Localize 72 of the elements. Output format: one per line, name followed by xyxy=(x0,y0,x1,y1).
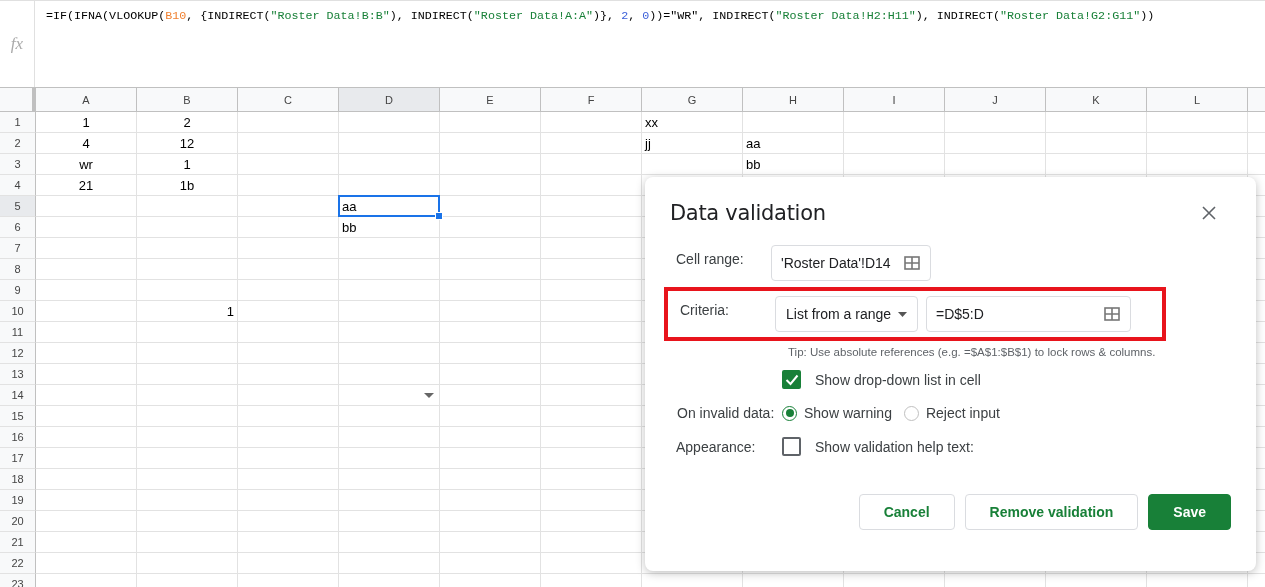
table-cell[interactable]: bb xyxy=(339,217,439,237)
row-header[interactable]: 6 xyxy=(0,217,36,238)
row-header[interactable]: 4 xyxy=(0,175,36,196)
table-cell[interactable]: jj xyxy=(642,133,742,153)
grid-icon[interactable] xyxy=(904,256,920,270)
row-header[interactable]: 18 xyxy=(0,469,36,490)
row-header[interactable]: 22 xyxy=(0,553,36,574)
row-header[interactable]: 8 xyxy=(0,259,36,280)
dialog-title: Data validation xyxy=(670,201,826,225)
table-cell[interactable]: 2 xyxy=(137,112,237,132)
radio-label: Reject input xyxy=(925,405,1000,421)
radio-label: Show warning xyxy=(804,405,892,421)
column-header[interactable]: L xyxy=(1147,88,1248,111)
checkbox-label: Show validation help text: xyxy=(815,438,974,455)
table-cell[interactable]: 21 xyxy=(36,175,136,195)
dialog-button[interactable]: Remove validation xyxy=(964,494,1139,530)
row-header[interactable]: 15 xyxy=(0,406,36,427)
row-header[interactable]: 13 xyxy=(0,364,36,385)
function-label: fx xyxy=(0,1,35,87)
row-header[interactable]: 7 xyxy=(0,238,36,259)
table-cell[interactable]: 1 xyxy=(137,301,237,321)
cell-range-field[interactable]: 'Roster Data'!D14 xyxy=(771,245,931,281)
table-cell[interactable]: 4 xyxy=(36,133,136,153)
close-icon[interactable] xyxy=(1202,206,1216,220)
column-header[interactable]: K xyxy=(1046,88,1147,111)
column-header[interactable]: A xyxy=(36,88,137,111)
dropdown-arrow-icon[interactable] xyxy=(424,393,434,398)
column-header[interactable]: J xyxy=(945,88,1046,111)
table-cell[interactable]: 12 xyxy=(137,133,237,153)
criteria-dropdown[interactable]: List from a range xyxy=(775,296,918,332)
checkbox[interactable] xyxy=(782,370,801,389)
table-cell[interactable]: aa xyxy=(743,133,843,153)
row-header[interactable]: 10 xyxy=(0,301,36,322)
column-header[interactable]: B xyxy=(137,88,238,111)
row-header[interactable]: 16 xyxy=(0,427,36,448)
row-header[interactable]: 1 xyxy=(0,112,36,133)
row-header[interactable]: 3 xyxy=(0,154,36,175)
checkbox-label: Show drop-down list in cell xyxy=(815,371,981,388)
row-header[interactable]: 11 xyxy=(0,322,36,343)
column-header[interactable]: F xyxy=(541,88,642,111)
row-header[interactable]: 12 xyxy=(0,343,36,364)
formula-text[interactable]: =IF(IFNA(VLOOKUP(B10, {INDIRECT("Roster Data!B:B"), INDIRECT("Roster Data!A:A")}, 2, 0))="WR", INDIRECT("Roster Data!H2:H11"), INDIRECT("Roster Data!G2:G11")) xyxy=(35,1,1155,23)
range-input-field[interactable]: =D$5:D xyxy=(926,296,1131,332)
row-header[interactable]: 19 xyxy=(0,490,36,511)
column-header[interactable]: I xyxy=(844,88,945,111)
row-header[interactable]: 21 xyxy=(0,532,36,553)
table-cell[interactable]: xx xyxy=(642,112,742,132)
tip-text: Tip: Use absolute references (e.g. =$A$1:$B$1) to lock rows & columns. xyxy=(788,346,1157,358)
table-cell[interactable]: 1b xyxy=(137,175,237,195)
table-cell[interactable]: wr xyxy=(36,154,136,174)
grid-icon[interactable] xyxy=(1104,307,1120,321)
row-header[interactable]: 9 xyxy=(0,280,36,301)
table-cell[interactable]: 1 xyxy=(137,154,237,174)
row-header[interactable]: 17 xyxy=(0,448,36,469)
field-label: Criteria: xyxy=(679,301,730,318)
row-header[interactable]: 5 xyxy=(0,196,36,217)
column-header[interactable]: H xyxy=(743,88,844,111)
column-header[interactable]: D xyxy=(339,88,440,111)
field-label: Cell range: xyxy=(675,250,745,267)
field-label: Appearance: xyxy=(675,438,757,455)
row-header[interactable]: 14 xyxy=(0,385,36,406)
column-header[interactable]: G xyxy=(642,88,743,111)
dialog-button[interactable]: Cancel xyxy=(858,494,955,530)
row-header[interactable]: 2 xyxy=(0,133,36,154)
column-header[interactable]: E xyxy=(440,88,541,111)
caret-icon xyxy=(898,311,907,317)
checkbox[interactable] xyxy=(782,437,801,456)
save-button[interactable]: Save xyxy=(1148,494,1231,530)
table-cell[interactable]: 1 xyxy=(36,112,136,132)
field-label: On invalid data: xyxy=(676,405,776,421)
row-header[interactable]: 20 xyxy=(0,511,36,532)
table-cell[interactable]: bb xyxy=(743,154,843,174)
